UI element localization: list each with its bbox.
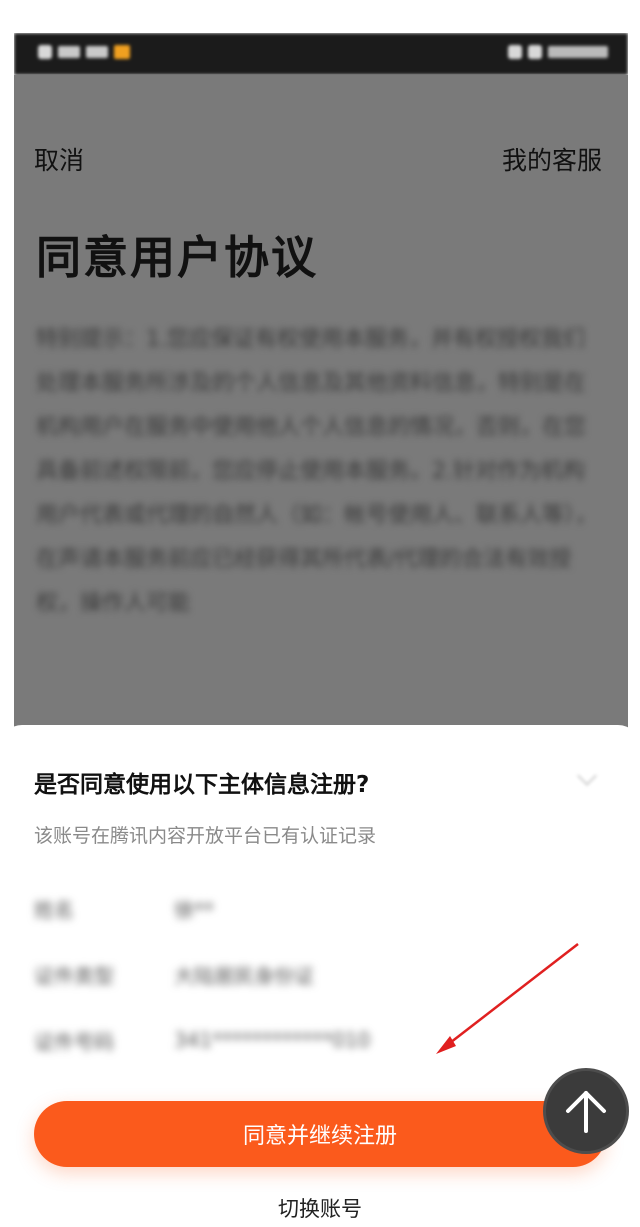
phone-screen: 取消 我的客服 同意用户协议 特别提示：1.您应保证有权使用本服务，并有权授权我… xyxy=(14,33,628,1227)
confirm-bottom-sheet: 是否同意使用以下主体信息注册? 该账号在腾讯内容开放平台已有认证记录 姓名 徐*… xyxy=(14,725,628,1227)
agree-and-register-button[interactable]: 同意并继续注册 xyxy=(34,1101,606,1167)
sheet-subtitle: 该账号在腾讯内容开放平台已有认证记录 xyxy=(34,825,377,847)
info-value: 徐** xyxy=(174,897,214,922)
network-icon-2 xyxy=(86,46,108,58)
info-label: 姓名 xyxy=(34,897,74,922)
wifi-icon xyxy=(528,45,542,59)
info-label: 证件号码 xyxy=(34,1029,114,1054)
signal-icon xyxy=(38,45,52,59)
chevron-down-icon[interactable] xyxy=(576,767,598,789)
scroll-to-top-button[interactable] xyxy=(543,1068,629,1154)
sheet-title: 是否同意使用以下主体信息注册? xyxy=(34,772,370,798)
page-title: 同意用户协议 xyxy=(36,231,319,284)
status-left xyxy=(38,45,130,59)
info-row-name: 姓名 徐** xyxy=(34,893,474,923)
info-label: 证件类型 xyxy=(34,963,114,988)
agreement-text: 特别提示：1.您应保证有权使用本服务，并有权授权我们处理本服务所涉及的个人信息及… xyxy=(36,327,598,616)
app-notification-icon xyxy=(114,45,130,59)
alarm-icon xyxy=(508,45,522,59)
status-right xyxy=(508,45,608,59)
network-icon xyxy=(58,46,80,58)
arrow-up-icon xyxy=(566,1091,606,1133)
clock-battery xyxy=(548,46,608,58)
customer-service-link[interactable]: 我的客服 xyxy=(502,141,602,177)
status-bar xyxy=(14,33,628,75)
info-value: 341************010 xyxy=(174,1028,371,1052)
page: 取消 我的客服 同意用户协议 特别提示：1.您应保证有权使用本服务，并有权授权我… xyxy=(0,0,640,1227)
info-row-id-type: 证件类型 大陆居民身份证 xyxy=(34,959,474,989)
info-value: 大陆居民身份证 xyxy=(174,963,314,988)
info-row-id-number: 证件号码 341************010 xyxy=(34,1025,474,1055)
cancel-button[interactable]: 取消 xyxy=(34,141,84,177)
switch-account-link[interactable]: 切换账号 xyxy=(14,1193,628,1223)
